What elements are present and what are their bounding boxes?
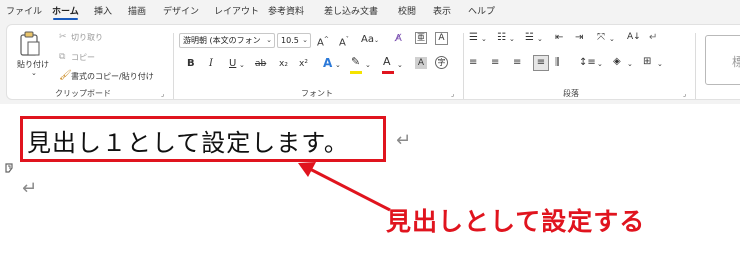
tab-references[interactable]: 参考資料 [268,4,304,17]
strikethrough-button[interactable]: ab [255,58,266,70]
copilot-icon[interactable] [3,162,15,174]
chevron-down-icon[interactable]: ⌄ [365,59,371,71]
chevron-down-icon[interactable]: ⌄ [537,33,543,45]
font-group-label: フォント [301,89,333,98]
align-center-icon[interactable]: ≡ [491,57,499,69]
change-case-icon[interactable]: Aa⌄ [361,34,379,47]
tab-layout[interactable]: レイアウト [214,4,259,17]
paragraph-group-label: 段落 [563,89,579,98]
show-marks-icon[interactable]: ↵ [649,32,657,44]
callout-text: 見出しとして設定する [386,207,646,236]
tab-mailings[interactable]: 差し込み文書 [324,4,378,17]
chevron-down-icon[interactable]: ⌄ [609,33,615,45]
numbering-icon[interactable]: ☷ [497,32,506,44]
subscript-button[interactable]: x₂ [279,58,288,70]
tab-insert[interactable]: 挿入 [94,4,112,17]
highlight-color-swatch [350,71,362,74]
text-effects-icon[interactable]: A [323,57,332,69]
group-divider [463,33,464,99]
chevron-down-icon: ⌄ [302,36,308,44]
highlighter-icon[interactable]: ✎ [351,56,360,68]
clipboard-launcher-icon[interactable]: ⌟ [161,90,164,98]
tab-design[interactable]: デザイン [163,4,199,17]
paragraph-launcher-icon[interactable]: ⌟ [683,90,686,98]
chevron-down-icon[interactable]: ⌄ [239,59,245,71]
chevron-down-icon[interactable]: ⌄ [597,58,603,70]
decrease-indent-icon[interactable]: ⇤ [555,32,563,44]
borders-icon[interactable]: ⊞ [643,56,651,68]
font-color-icon[interactable]: A [383,56,391,68]
enclosed-characters-icon[interactable]: 字 [435,56,448,69]
shading-icon[interactable]: ◈ [613,56,621,68]
chevron-down-icon[interactable]: ⌄ [397,59,403,71]
clipboard-group-label: クリップボード [55,89,111,98]
increase-indent-icon[interactable]: ⇥ [575,32,583,44]
align-right-icon[interactable]: ≡ [513,57,521,69]
cut-icon[interactable]: ✂ [59,31,67,43]
ribbon-panel: 貼り付け ⌄ ✂ 切り取り ⧉ コピー 🖌 書式のコピー/貼り付け クリップボー… [6,24,740,100]
group-divider [173,33,174,99]
chevron-down-icon[interactable]: ⌄ [335,59,341,71]
phonetic-guide-icon[interactable]: 亜 [415,32,427,44]
multilevel-list-icon[interactable]: ☱ [525,32,534,44]
grow-font-icon[interactable]: A^ [317,34,329,49]
character-border-icon[interactable]: A [435,32,448,45]
group-divider [695,33,696,99]
tab-home[interactable]: ホーム [52,4,79,20]
font-color-swatch [382,71,394,74]
line-spacing-icon[interactable]: ↕≡ [579,57,596,69]
underline-button[interactable]: U [229,58,236,70]
tab-view[interactable]: 表示 [433,4,451,17]
italic-button[interactable]: I [209,58,213,70]
chevron-down-icon[interactable]: ⌄ [657,58,663,70]
tab-help[interactable]: ヘルプ [468,4,495,17]
ribbon-tab-bar: ファイル ホーム 挿入 描画 デザイン レイアウト 参考資料 差し込み文書 校閲… [0,0,740,22]
chevron-down-icon[interactable]: ⌄ [509,33,515,45]
clear-formatting-icon[interactable]: A̸ [395,33,402,45]
align-left-icon[interactable]: ≡ [469,57,477,69]
copy-button-label[interactable]: コピー [71,52,95,63]
tab-file[interactable]: ファイル [6,4,42,17]
asian-layout-icon[interactable]: ⤧ [597,32,605,44]
font-name-value: 游明朝 (本文のフォン [183,36,261,45]
paste-icon[interactable] [19,31,41,57]
copy-icon[interactable]: ⧉ [59,51,65,63]
word-window: ファイル ホーム 挿入 描画 デザイン レイアウト 参考資料 差し込み文書 校閲… [0,0,740,260]
document-canvas[interactable]: 見出し１として設定します。 ↵ ↵ 見出しとして設定する [0,104,740,260]
character-shading-icon[interactable]: A [415,57,427,69]
font-size-value: 10.5 [281,36,299,45]
style-preview-label: 標 [732,55,740,69]
paste-chevron-icon[interactable]: ⌄ [31,69,37,77]
cut-button-label[interactable]: 切り取り [71,32,103,43]
sort-icon[interactable]: A↓ [627,31,641,43]
bullets-icon[interactable]: ☰ [469,32,478,44]
superscript-button[interactable]: x² [299,58,308,70]
bold-button[interactable]: B [187,58,195,70]
chevron-down-icon[interactable]: ⌄ [481,33,487,45]
callout-arrow [298,162,391,212]
paragraph-mark-icon: ↵ [396,130,412,151]
chevron-down-icon[interactable]: ⌄ [627,58,633,70]
tab-review[interactable]: 校閲 [398,4,416,17]
distributed-icon[interactable]: ⫼ [555,57,560,69]
format-painter-icon[interactable]: 🖌 [59,70,72,82]
font-size-select[interactable]: 10.5 ⌄ [277,33,311,48]
heading-paragraph[interactable]: 見出し１として設定します。 [27,123,349,158]
chevron-down-icon: ⌄ [266,36,272,44]
format-painter-button-label[interactable]: 書式のコピー/貼り付け [71,71,154,82]
shrink-font-icon[interactable]: A˅ [339,34,349,49]
ribbon: 貼り付け ⌄ ✂ 切り取り ⧉ コピー 🖌 書式のコピー/貼り付け クリップボー… [0,22,740,104]
highlight-rectangle: 見出し１として設定します。 [20,116,386,162]
style-gallery-item[interactable]: 標 [705,35,740,85]
paragraph-mark-icon: ↵ [22,178,38,199]
justify-icon[interactable]: ≡ [533,55,549,71]
tab-draw[interactable]: 描画 [128,4,146,17]
font-name-select[interactable]: 游明朝 (本文のフォン ⌄ [179,33,275,48]
font-launcher-icon[interactable]: ⌟ [451,90,454,98]
